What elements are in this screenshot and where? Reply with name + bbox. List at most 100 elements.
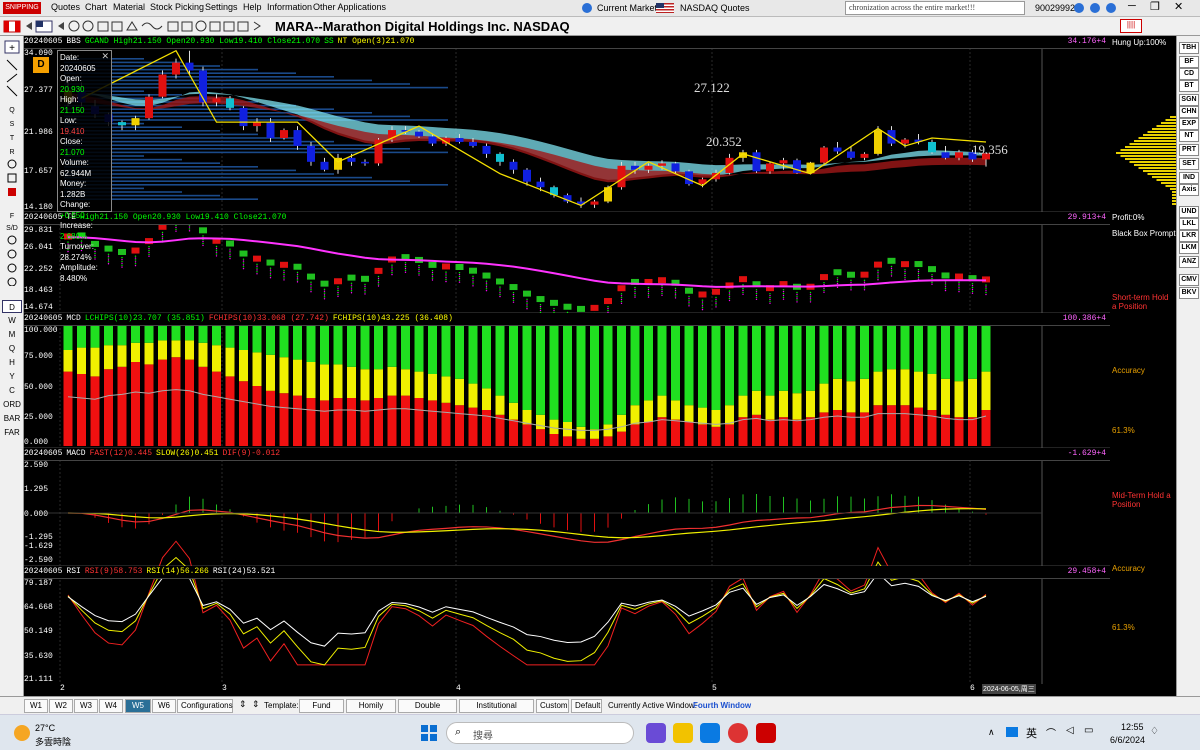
tab-w1[interactable]: W1 [24,699,48,713]
period-button-y[interactable]: Y [2,370,22,383]
chip-bar-yellow [900,369,910,406]
search-box[interactable]: ⌕ 搜尋 [446,722,634,744]
period-button-h[interactable]: H [2,356,22,369]
tab-configurations[interactable]: Configurations [177,699,233,713]
right-button-bt[interactable]: BT [1179,80,1199,92]
tab-w6[interactable]: W6 [152,699,176,713]
tray-app-icon[interactable] [1006,727,1018,737]
chip-bar-yellow [414,371,424,398]
period-button-bar[interactable]: BAR [2,412,22,425]
panel4-y-tick: 1.295 [24,485,49,494]
menu-information[interactable]: Information [267,2,312,12]
vp-bar [1125,158,1176,160]
chip-bar-red [225,376,235,446]
user-icon[interactable] [1074,3,1084,13]
right-button-prt[interactable]: PRT [1179,144,1199,156]
chart-canvas[interactable] [24,36,1110,696]
right-button-exp[interactable]: EXP [1179,118,1199,130]
trading-app-icon[interactable] [756,723,776,743]
panel5-rsi14: RSI(14)56.266 [146,567,209,576]
menu-help[interactable]: Help [243,2,262,12]
right-button-bf[interactable]: BF [1179,56,1199,68]
file-explorer-icon[interactable] [673,723,693,743]
period-button-w[interactable]: W [2,314,22,327]
swap-arrows-icon[interactable]: ⇕ [252,699,260,710]
panel4-header: 20240605 MACD FAST(12)0.445 SLOW(26)0.451 DI… [24,448,1110,461]
chip-bar-green [387,326,397,367]
period-button-ord[interactable]: ORD [2,398,22,411]
menu-settings[interactable]: Settings [205,2,238,12]
network-icon[interactable]: ⌒ [1046,725,1056,740]
volume-icon[interactable]: ◁ [1066,725,1074,736]
chip-bar-red [455,405,464,446]
period-d-badge[interactable]: D [33,57,49,73]
ime-indicator[interactable]: 英 [1026,725,1037,741]
edge-icon[interactable] [700,723,720,743]
right-button-lkm[interactable]: LKM [1179,242,1199,254]
right-button-cmv[interactable]: CMV [1179,274,1199,286]
right-button-sgn[interactable]: SGN [1179,94,1199,106]
sort-arrows-icon[interactable]: ⇕ [239,699,247,710]
chrome-icon[interactable] [728,723,748,743]
nasdaq-quotes-label[interactable]: NASDAQ Quotes [680,3,750,13]
battery-icon[interactable]: ▭ [1084,725,1093,736]
weather-icon[interactable] [14,725,30,741]
chip-bar-green [603,326,613,425]
period-button-d[interactable]: D [2,300,22,313]
right-button-lkl[interactable]: LKL [1179,218,1199,230]
template-double-swords[interactable]: Double Swords [398,699,457,722]
accuracy-2-value: 61.3% [1112,623,1135,632]
template-label: Template: [264,701,299,710]
right-button-chn[interactable]: CHN [1179,106,1199,118]
template-custom[interactable]: Custom [536,699,569,713]
menu-stock-picking[interactable]: Stock Picking [150,2,204,12]
layout-icon[interactable]: |||| [1120,19,1142,33]
period-button-m[interactable]: M [2,328,22,341]
template-fund-trend[interactable]: Fund Trend [299,699,344,722]
chip-bar-green [158,326,167,341]
template-institutional-arbitrage[interactable]: Institutional Arbitrage [459,699,534,722]
tray-chevron-icon[interactable]: ∧ [988,727,995,738]
minimize-icon[interactable]: ─ [1128,0,1136,12]
close-icon[interactable]: ✕ [1174,0,1183,13]
template-homily-wave[interactable]: Homily Wave [346,699,396,722]
panel2-indicator: High21.150 Open20.930 Low19.410 Close21.… [80,213,287,222]
tab-w4[interactable]: W4 [99,699,123,713]
settings-icon[interactable] [1090,3,1100,13]
meet-icon[interactable] [646,723,666,743]
info-icon[interactable] [1106,3,1116,13]
right-button-set[interactable]: SET [1179,158,1199,170]
chip-bar-yellow [198,342,208,367]
period-button-q[interactable]: Q [2,342,22,355]
notification-bell-icon[interactable]: ♢ [1150,726,1159,737]
right-button-axis[interactable]: Axis [1179,184,1199,196]
toolbar-icons[interactable] [2,19,270,34]
windows-start-icon[interactable] [421,725,437,741]
right-button-nt[interactable]: NT [1179,130,1199,142]
right-button-anz[interactable]: ANZ [1179,256,1199,268]
template-default[interactable]: Default [571,699,602,713]
right-button-ind[interactable]: IND [1179,172,1199,184]
tab-w5[interactable]: W5 [125,699,151,713]
te-block [226,240,234,247]
right-button-lkr[interactable]: LKR [1179,230,1199,242]
menu-material[interactable]: Material [113,2,145,12]
right-button-und[interactable]: UND [1179,206,1199,218]
menu-other-applications[interactable]: Other Applications [313,2,386,12]
drawing-tools[interactable]: + Q S T R F S/D [2,40,22,286]
tab-w2[interactable]: W2 [49,699,73,713]
current-market-label[interactable]: Current Market [597,3,657,13]
period-button-far[interactable]: FAR [2,426,22,439]
chart-area[interactable]: 20240605 BBS GCAND High21.150 Open20.930 L… [24,36,1110,696]
right-button-tbh[interactable]: TBH [1179,42,1199,54]
right-button-bkv[interactable]: BKV [1179,287,1199,299]
tab-w3[interactable]: W3 [74,699,98,713]
period-button-c[interactable]: C [2,384,22,397]
menu-chart[interactable]: Chart [85,2,107,12]
maximize-icon[interactable]: ❐ [1150,0,1160,13]
right-button-cd[interactable]: CD [1179,68,1199,80]
candle-body [293,130,302,146]
popup-close-icon[interactable]: ✕ [101,51,109,62]
menu-quotes[interactable]: Quotes [51,2,80,12]
chip-bar-yellow [549,419,559,434]
